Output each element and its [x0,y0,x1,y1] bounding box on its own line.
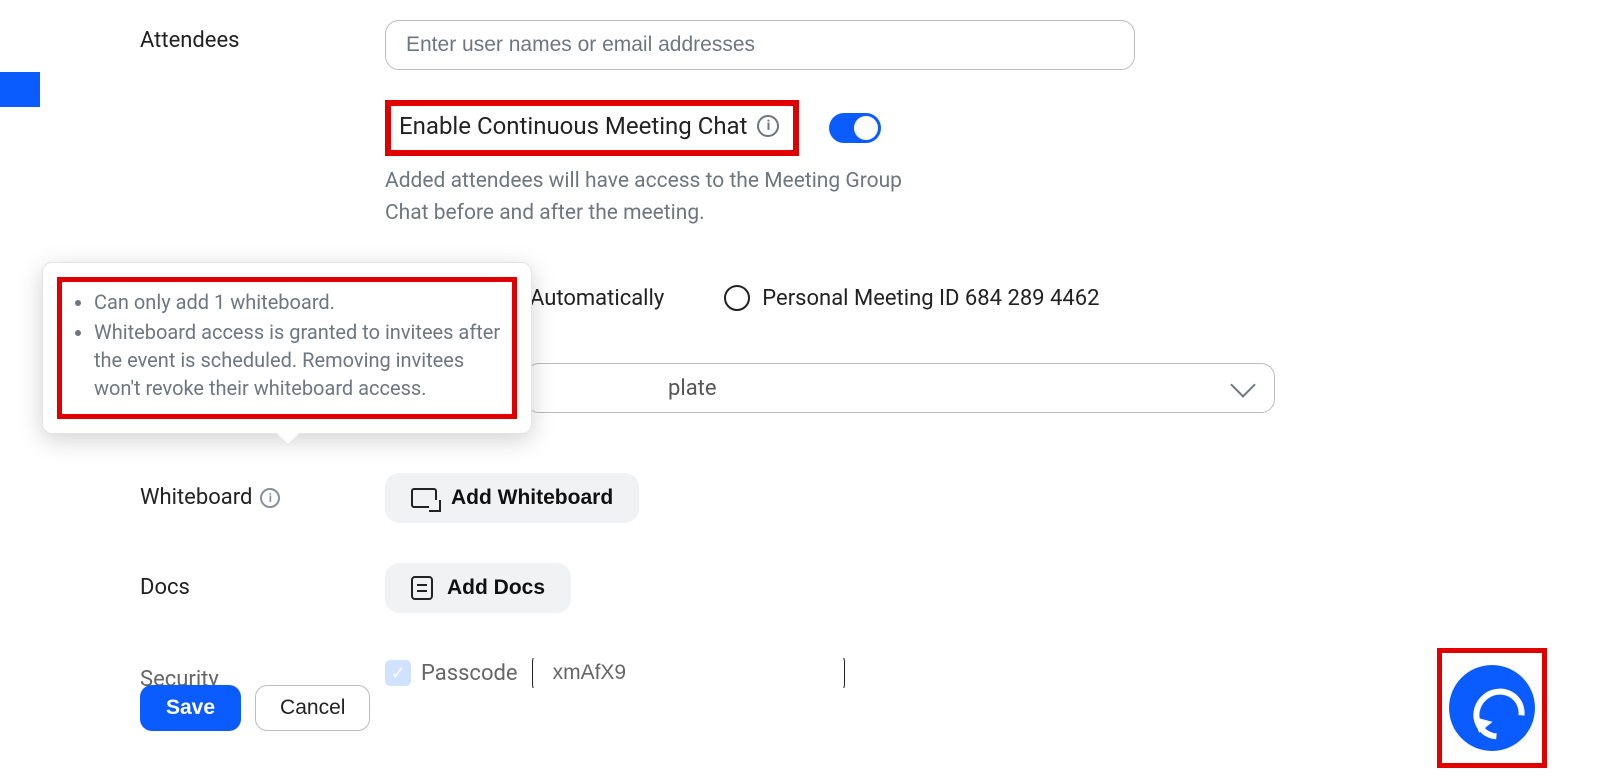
passcode-input[interactable] [532,658,845,688]
passcode-checkbox[interactable]: ✓ [385,660,411,686]
tooltip-highlight: Can only add 1 whiteboard. Whiteboard ac… [57,277,517,419]
whiteboard-info-tooltip: Can only add 1 whiteboard. Whiteboard ac… [42,262,532,434]
template-selected-text: plate [668,376,717,401]
help-chat-button[interactable] [1449,665,1535,751]
add-docs-button[interactable]: Add Docs [385,563,571,613]
docs-label: Docs [140,575,190,600]
whiteboard-row: Whiteboard i Add Whiteboard [140,473,1140,523]
template-row: plate [525,363,1140,413]
document-icon [411,576,433,600]
sidebar-active-indicator [0,72,40,107]
cancel-button[interactable]: Cancel [255,685,370,731]
meeting-id-row: Automatically Personal Meeting ID 684 28… [525,285,1140,311]
passcode-label: Passcode [421,661,518,686]
save-button[interactable]: Save [140,685,241,731]
add-whiteboard-button[interactable]: Add Whiteboard [385,473,639,523]
continuous-chat-description: Added attendees will have access to the … [385,166,905,229]
template-select[interactable]: plate [525,363,1275,413]
attendees-input[interactable] [385,20,1135,70]
radio-icon [724,285,750,311]
info-icon[interactable]: i [260,488,280,508]
whiteboard-label: Whiteboard [140,485,252,510]
docs-row: Docs Add Docs [140,563,1140,613]
continuous-chat-title: Enable Continuous Meeting Chat [399,112,747,140]
chevron-down-icon [1230,372,1255,397]
attendees-row: Attendees [140,20,1140,70]
help-chat-highlight [1437,648,1547,768]
info-icon[interactable]: i [757,115,779,137]
continuous-chat-section: Enable Continuous Meeting Chat i Added a… [385,100,1140,229]
meeting-id-personal-label: Personal Meeting ID 684 289 4462 [762,286,1099,311]
security-row: Security ✓ Passcode [140,658,1140,688]
continuous-chat-toggle[interactable] [829,113,881,143]
meeting-id-auto-label: Automatically [530,286,664,311]
tooltip-bullet: Whiteboard access is granted to invitees… [94,318,502,402]
attendees-label: Attendees [140,20,385,53]
whiteboard-icon [411,488,437,508]
add-whiteboard-label: Add Whiteboard [451,486,613,510]
form-actions: Save Cancel [140,685,370,731]
add-docs-label: Add Docs [447,576,545,600]
tooltip-bullet: Can only add 1 whiteboard. [94,288,502,316]
meeting-id-personal-option[interactable]: Personal Meeting ID 684 289 4462 [724,285,1099,311]
meeting-id-auto-option[interactable]: Automatically [530,286,664,311]
continuous-chat-highlight: Enable Continuous Meeting Chat i [385,100,799,156]
